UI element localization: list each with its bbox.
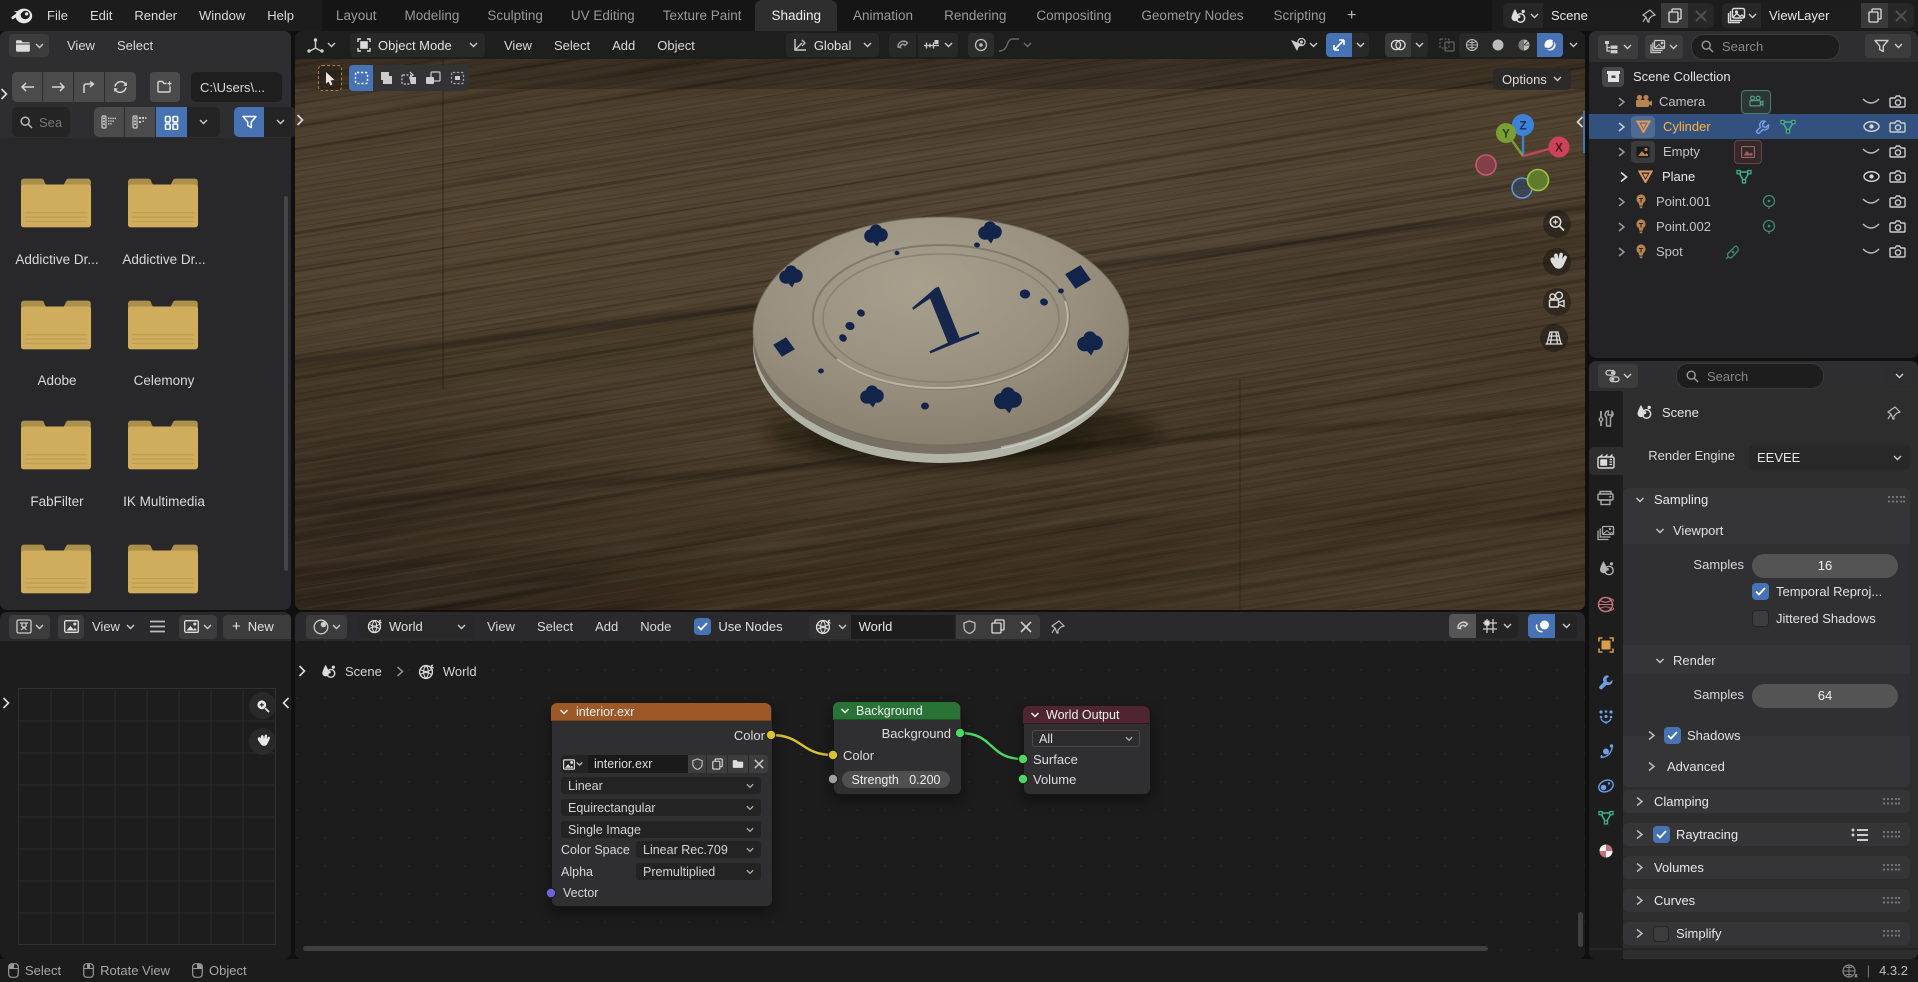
svg-text:X: X [1555,143,1563,155]
svg-text:Z: Z [1519,119,1526,133]
svg-text:Y: Y [1502,129,1510,141]
